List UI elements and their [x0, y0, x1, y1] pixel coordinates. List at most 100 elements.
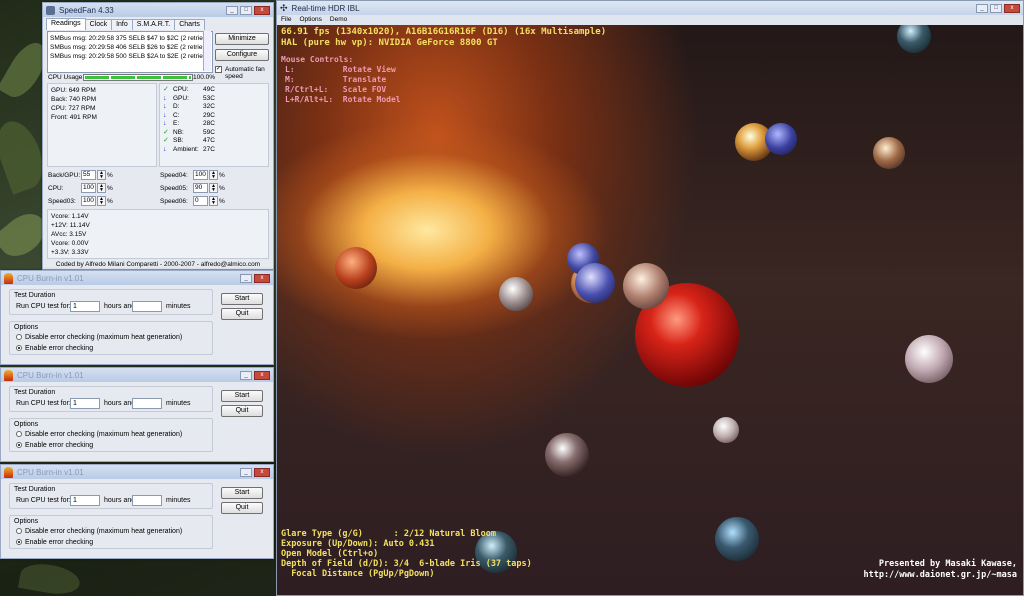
start-button[interactable]: Start — [221, 390, 263, 402]
speed-value-input[interactable]: 100 — [81, 196, 96, 206]
minutes-input[interactable] — [132, 301, 162, 312]
quit-button[interactable]: Quit — [221, 308, 263, 320]
disable-error-checking-radio[interactable]: Disable error checking (maximum heat gen… — [16, 431, 182, 438]
menu-file[interactable]: File — [281, 15, 291, 25]
run-cpu-test-label: Run CPU test for: — [16, 497, 71, 504]
temperature-value: 49C — [203, 86, 215, 93]
quit-button[interactable]: Quit — [221, 502, 263, 514]
radio-unchecked-icon[interactable] — [16, 528, 22, 535]
fan-reading: Front: 491 RPM — [51, 114, 97, 121]
tab-charts[interactable]: Charts — [174, 19, 205, 30]
temperature-label: NB: — [173, 128, 184, 136]
voltage-reading: +12V: 11.14V — [51, 222, 90, 229]
speed-value-input[interactable]: 0 — [193, 196, 208, 206]
temperature-value: 28C — [203, 120, 215, 127]
hours-input[interactable]: 1 — [70, 495, 100, 506]
speed-value-input[interactable]: 90 — [193, 183, 208, 193]
minimize-button[interactable]: Minimize — [215, 33, 269, 45]
voltage-reading: Vcore: 0.00V — [51, 240, 89, 247]
speedfan-title: SpeedFan 4.33 — [59, 5, 114, 15]
log-scrollbar[interactable] — [203, 31, 211, 71]
speed-control: CPU: 100 ▲ ▼% — [48, 183, 113, 193]
close-window-icon[interactable]: x — [254, 370, 270, 380]
temperature-value: 47C — [203, 137, 215, 144]
minimize-window-icon[interactable]: _ — [240, 467, 252, 477]
close-window-icon[interactable]: x — [1004, 3, 1020, 13]
flame-app-icon — [4, 466, 13, 478]
temperature-label: SB: — [173, 137, 184, 144]
tab-clock[interactable]: Clock — [84, 19, 113, 30]
minimize-window-icon[interactable]: _ — [240, 273, 252, 283]
mouse-controls-title: Mouse Controls: — [281, 55, 354, 64]
spinner-arrows-icon[interactable]: ▲ ▼ — [209, 196, 218, 206]
speed-label: CPU: — [48, 184, 64, 192]
minutes-input[interactable] — [132, 398, 162, 409]
temperature-value: 53C — [203, 94, 215, 102]
down-arrow-icon: ↓ — [163, 94, 167, 102]
burnin-titlebar[interactable]: CPU Burn-in v1.01 _ x — [1, 271, 273, 285]
spinner-arrows-icon[interactable]: ▲ ▼ — [209, 183, 218, 193]
credit-text: Presented by Masaki Kawase, — [878, 559, 1017, 569]
disable-error-checking-radio[interactable]: Disable error checking (maximum heat gen… — [16, 334, 182, 341]
options-label: Options — [14, 518, 39, 525]
close-window-icon[interactable]: x — [254, 5, 270, 15]
radio-checked-icon[interactable] — [16, 539, 22, 546]
temperature-value: 29C — [203, 111, 215, 119]
disable-error-checking-radio[interactable]: Disable error checking (maximum heat gen… — [16, 528, 182, 535]
configure-button[interactable]: Configure — [215, 49, 269, 61]
down-arrow-icon: ↓ — [163, 111, 167, 119]
enable-error-checking-radio[interactable]: Enable error checking — [16, 345, 93, 352]
speed-value-input[interactable]: 100 — [81, 183, 96, 193]
tab-smart[interactable]: S.M.A.R.T. — [131, 19, 176, 30]
speed-label: Speed03: — [48, 197, 76, 205]
hours-input[interactable]: 1 — [70, 398, 100, 409]
options-group: Options Disable error checking (maximum … — [9, 321, 213, 355]
speedfan-titlebar[interactable]: SpeedFan 4.33 _ □ x — [43, 3, 273, 17]
radio-unchecked-icon[interactable] — [16, 431, 22, 438]
minimize-window-icon[interactable]: _ — [976, 3, 988, 13]
burnin-title: CPU Burn-in v1.01 — [17, 273, 84, 283]
spinner-arrows-icon[interactable]: ▲ ▼ — [97, 196, 106, 206]
spinner-arrows-icon[interactable]: ▲ ▼ — [209, 170, 218, 180]
enable-error-checking-radio[interactable]: Enable error checking — [16, 442, 93, 449]
maximize-window-icon[interactable]: □ — [240, 5, 252, 15]
cpu-usage-label: CPU Usage — [48, 74, 83, 81]
quit-button[interactable]: Quit — [221, 405, 263, 417]
disable-error-checking-label: Disable error checking (maximum heat gen… — [25, 334, 183, 341]
menu-demo[interactable]: Demo — [330, 15, 347, 25]
mouse-control-line: R/Ctrl+L: Scale FOV — [285, 85, 387, 94]
speed-value-input[interactable]: 55 — [81, 170, 96, 180]
radio-checked-icon[interactable] — [16, 345, 22, 352]
log-listbox[interactable]: SMBus msg: 20:29:58 375 SELB $47 to $2C … — [47, 31, 213, 73]
minimize-window-icon[interactable]: _ — [226, 5, 238, 15]
menu-options[interactable]: Options — [299, 15, 321, 25]
speed-value-input[interactable]: 100 — [193, 170, 208, 180]
start-button[interactable]: Start — [221, 293, 263, 305]
radio-checked-icon[interactable] — [16, 442, 22, 449]
hdr-titlebar[interactable]: ✣ Real-time HDR IBL _ □ x — [277, 1, 1023, 15]
burnin-titlebar[interactable]: CPU Burn-in v1.01 _ x — [1, 368, 273, 382]
close-window-icon[interactable]: x — [254, 273, 270, 283]
maximize-window-icon[interactable]: □ — [990, 3, 1002, 13]
automatic-fan-speed-label: Automatic fan speed — [225, 66, 265, 80]
temperature-row: ↓ C: 29C — [163, 112, 265, 121]
speeds-left-panel: Back/GPU: 55 ▲ ▼% CPU: 100 ▲ ▼% Speed03: 100 ▲ ▼% — [48, 170, 158, 210]
enable-error-checking-radio[interactable]: Enable error checking — [16, 539, 93, 546]
close-window-icon[interactable]: x — [254, 467, 270, 477]
burnin-titlebar[interactable]: CPU Burn-in v1.01 _ x — [1, 465, 273, 479]
tab-readings[interactable]: Readings — [46, 18, 86, 30]
minutes-input[interactable] — [132, 495, 162, 506]
radio-unchecked-icon[interactable] — [16, 334, 22, 341]
voltages-panel: Vcore: 1.14V +12V: 11.14V AVcc: 3.15V Vc… — [47, 209, 269, 259]
render-viewport[interactable]: 66.91 fps (1340x1020), A16B16G16R16F (D1… — [277, 25, 1023, 595]
spinner-arrows-icon[interactable]: ▲ ▼ — [97, 170, 106, 180]
checkbox-checked-icon[interactable]: ✓ — [215, 66, 222, 73]
spinner-arrows-icon[interactable]: ▲ ▼ — [97, 183, 106, 193]
start-button[interactable]: Start — [221, 487, 263, 499]
tab-info[interactable]: Info — [111, 19, 133, 30]
voltage-reading: Vcore: 1.14V — [51, 213, 89, 220]
automatic-fan-speed-option[interactable]: ✓ Automatic fan speed — [215, 66, 273, 80]
hours-input[interactable]: 1 — [70, 301, 100, 312]
hours-label: hours and — [104, 497, 136, 504]
minimize-window-icon[interactable]: _ — [240, 370, 252, 380]
